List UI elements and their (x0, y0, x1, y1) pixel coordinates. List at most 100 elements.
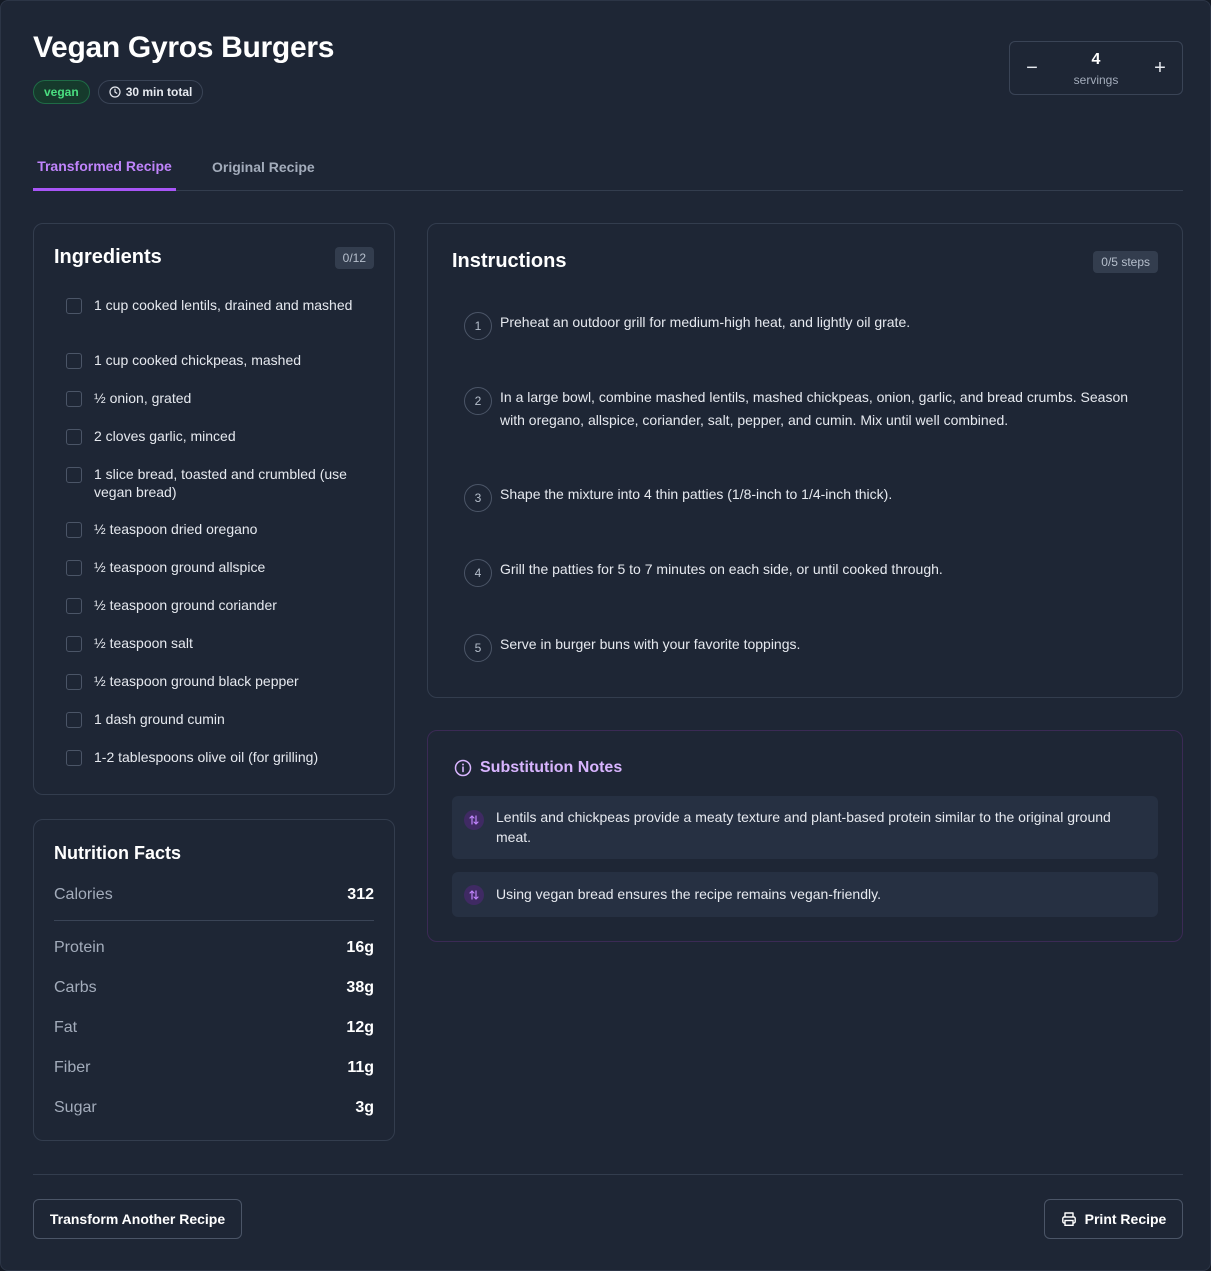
instructions-progress: 0/5 steps (1093, 251, 1158, 273)
substitution-note: Lentils and chickpeas provide a meaty te… (452, 796, 1158, 859)
nutrition-row-calories: Calories 312 (54, 886, 374, 910)
step-number: 5 (464, 634, 492, 662)
list-item[interactable]: 2 cloves garlic, minced (66, 427, 366, 445)
nutrition-card: Nutrition Facts Calories 312 Protein 16g… (33, 819, 395, 1141)
nutrition-label: Protein (54, 939, 105, 956)
nutrition-label: Sugar (54, 1099, 97, 1116)
time-badge-label: 30 min total (125, 85, 193, 99)
step-number: 2 (464, 387, 492, 415)
ingredient-checkbox[interactable] (66, 598, 82, 614)
substitution-note: Using vegan bread ensures the recipe rem… (452, 872, 1158, 917)
substitution-notes-card: Substitution Notes Lentils and chickpeas… (427, 730, 1183, 942)
list-item[interactable]: ½ teaspoon ground black pepper (66, 672, 366, 690)
diet-badge: vegan (33, 80, 90, 104)
list-item[interactable]: ½ teaspoon dried oregano (66, 520, 366, 538)
ingredient-text: ½ teaspoon ground allspice (94, 559, 266, 575)
ingredient-text: ½ onion, grated (94, 390, 192, 406)
nutrition-row: Fat 12g (54, 1019, 374, 1043)
list-item[interactable]: 1-2 tablespoons olive oil (for grilling) (66, 748, 366, 766)
swap-icon (464, 810, 484, 830)
time-badge: 30 min total (97, 80, 204, 104)
swap-icon (464, 885, 484, 905)
nutrition-divider (54, 920, 374, 921)
substitution-notes-title: Substitution Notes (480, 759, 623, 776)
ingredient-text: 1 dash ground cumin (94, 711, 225, 727)
nutrition-row: Carbs 38g (54, 979, 374, 1003)
list-item[interactable]: 1 cup cooked lentils, drained and mashed (66, 296, 366, 314)
nutrition-row: Fiber 11g (54, 1059, 374, 1083)
ingredient-checkbox[interactable] (66, 560, 82, 576)
nutrition-value: 312 (347, 886, 374, 903)
ingredient-text: ½ teaspoon salt (94, 635, 193, 651)
ingredients-card: Ingredients 0/12 1 cup cooked lentils, d… (33, 223, 395, 795)
nutrition-value: 3g (355, 1099, 374, 1116)
ingredient-checkbox[interactable] (66, 636, 82, 652)
nutrition-label: Fiber (54, 1059, 91, 1076)
step-text: Grill the patties for 5 to 7 minutes on … (500, 561, 943, 577)
step-text: Serve in burger buns with your favorite … (500, 636, 801, 652)
servings-stepper: − 4 servings + (1009, 41, 1183, 95)
ingredient-checkbox[interactable] (66, 391, 82, 407)
footer-divider (33, 1174, 1183, 1175)
step-number: 1 (464, 312, 492, 340)
print-recipe-label: Print Recipe (1084, 1211, 1167, 1227)
clock-icon (109, 86, 121, 98)
ingredient-checkbox[interactable] (66, 674, 82, 690)
ingredient-checkbox[interactable] (66, 429, 82, 445)
list-item[interactable]: 1 cup cooked chickpeas, mashed (66, 351, 366, 369)
step-number: 4 (464, 559, 492, 587)
tab-original-recipe[interactable]: Original Recipe (208, 143, 319, 191)
ingredient-text: 1 cup cooked lentils, drained and mashed (94, 297, 353, 313)
nutrition-label: Fat (54, 1019, 78, 1036)
badge-row: vegan 30 min total (33, 80, 204, 104)
instructions-card: Instructions 0/5 steps 1 Preheat an outd… (427, 223, 1183, 698)
nutrition-label: Calories (54, 886, 113, 903)
ingredient-text: 1-2 tablespoons olive oil (for grilling) (94, 749, 319, 765)
ingredient-text: 1 slice bread, toasted and crumbled (use… (94, 466, 347, 500)
substitution-notes-header: Substitution Notes (454, 759, 622, 777)
ingredient-text: ½ teaspoon ground black pepper (94, 673, 299, 689)
ingredient-text: ½ teaspoon ground coriander (94, 597, 277, 613)
step-text: Preheat an outdoor grill for medium-high… (500, 314, 911, 330)
ingredient-checkbox[interactable] (66, 712, 82, 728)
nutrition-value: 38g (346, 979, 374, 996)
instructions-title: Instructions (452, 250, 567, 272)
nutrition-value: 12g (346, 1019, 374, 1036)
list-item[interactable]: ½ teaspoon salt (66, 634, 366, 652)
recipe-panel: Vegan Gyros Burgers vegan 30 min total −… (0, 0, 1211, 1271)
list-item[interactable]: ½ onion, grated (66, 389, 366, 407)
ingredients-progress: 0/12 (334, 247, 374, 269)
ingredient-checkbox[interactable] (66, 467, 82, 483)
step-text: In a large bowl, combine mashed lentils,… (500, 389, 1129, 428)
increase-servings-button[interactable]: + (1146, 54, 1174, 82)
ingredient-checkbox[interactable] (66, 353, 82, 369)
list-item[interactable]: ½ teaspoon ground allspice (66, 558, 366, 576)
list-item[interactable]: 1 slice bread, toasted and crumbled (use… (66, 465, 366, 501)
nutrition-row: Sugar 3g (54, 1099, 374, 1123)
nutrition-label: Carbs (54, 979, 97, 996)
ingredient-checkbox[interactable] (66, 522, 82, 538)
tab-transformed-recipe[interactable]: Transformed Recipe (33, 143, 176, 191)
ingredients-title: Ingredients (54, 246, 162, 268)
recipe-tabs: Transformed Recipe Original Recipe (33, 143, 1183, 191)
recipe-title: Vegan Gyros Burgers (33, 31, 335, 64)
nutrition-title: Nutrition Facts (54, 843, 182, 863)
ingredient-checkbox[interactable] (66, 750, 82, 766)
substitution-note-text: Using vegan bread ensures the recipe rem… (496, 886, 881, 902)
substitution-note-text: Lentils and chickpeas provide a meaty te… (496, 809, 1111, 845)
nutrition-value: 11g (347, 1059, 374, 1076)
print-recipe-button[interactable]: Print Recipe (1044, 1199, 1183, 1239)
ingredient-checkbox[interactable] (66, 298, 82, 314)
ingredient-text: 1 cup cooked chickpeas, mashed (94, 352, 302, 368)
nutrition-value: 16g (346, 939, 374, 956)
ingredient-text: ½ teaspoon dried oregano (94, 521, 258, 537)
list-item[interactable]: 1 dash ground cumin (66, 710, 366, 728)
nutrition-row: Protein 16g (54, 939, 374, 963)
step-number: 3 (464, 484, 492, 512)
info-icon (454, 759, 472, 777)
ingredient-text: 2 cloves garlic, minced (94, 428, 236, 444)
printer-icon (1061, 1212, 1076, 1227)
list-item[interactable]: ½ teaspoon ground coriander (66, 596, 366, 614)
step-text: Shape the mixture into 4 thin patties (1… (500, 486, 893, 502)
transform-another-recipe-button[interactable]: Transform Another Recipe (33, 1199, 242, 1239)
